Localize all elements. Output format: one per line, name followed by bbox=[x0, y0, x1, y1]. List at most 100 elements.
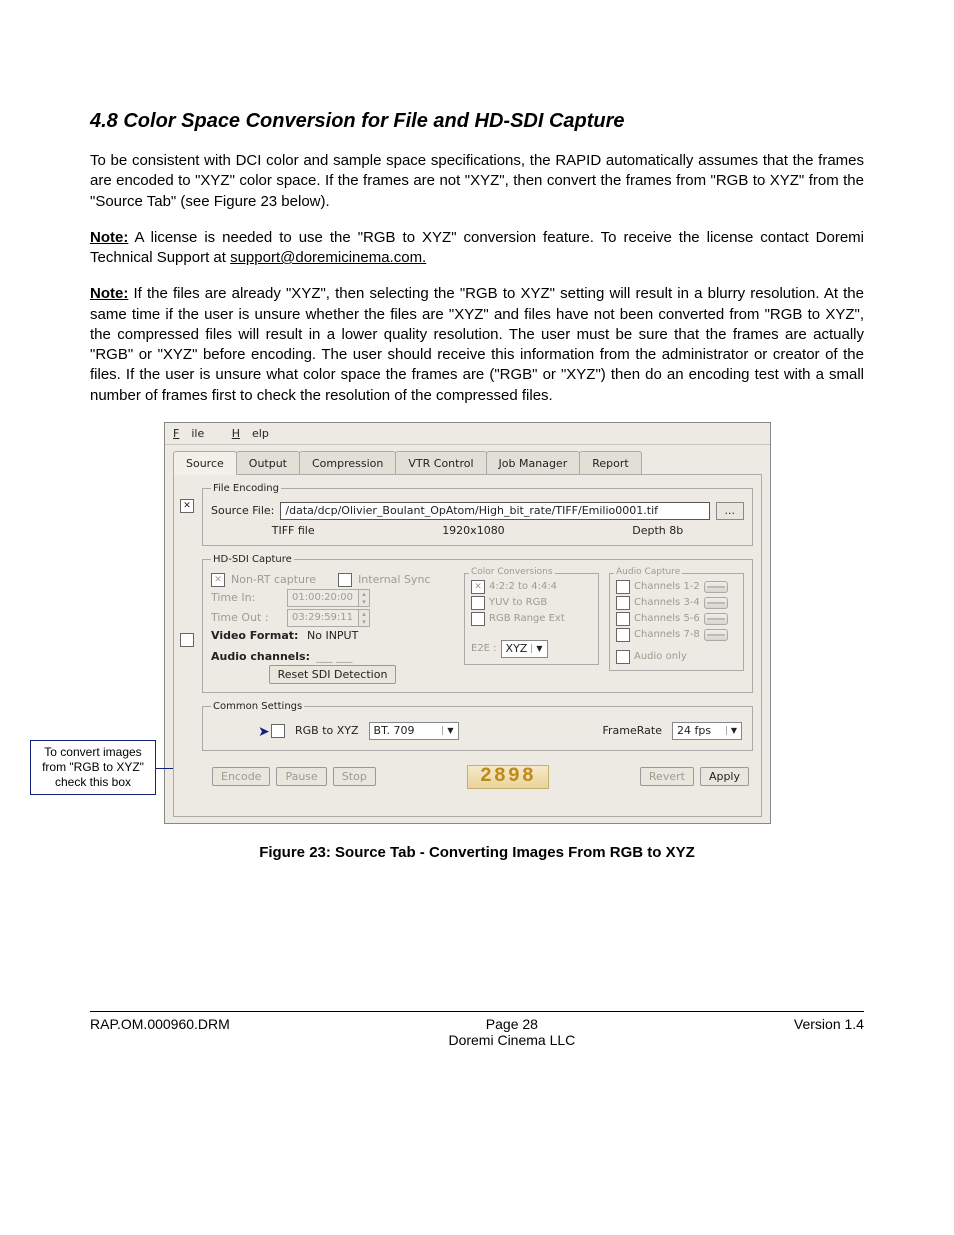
paragraph-intro: To be consistent with DCI color and samp… bbox=[90, 151, 864, 212]
group-color-conversions: Color Conversions 4:2:2 to 4:4:4 YUV to … bbox=[464, 573, 599, 665]
e2e-label: E2E : bbox=[471, 643, 497, 654]
ch12-slider[interactable] bbox=[704, 581, 728, 593]
up-arrow-icon[interactable]: ▴ bbox=[359, 610, 369, 618]
framerate-select[interactable]: 24 fps ▼ bbox=[672, 722, 742, 740]
video-format-value: No INPUT bbox=[307, 629, 358, 642]
page-footer: RAP.OM.000960.DRM Page 28 Doremi Cinema … bbox=[90, 1011, 864, 1048]
nonrt-checkbox[interactable] bbox=[211, 573, 225, 587]
pause-button[interactable]: Pause bbox=[276, 767, 326, 786]
audio-channels-label: Audio channels: bbox=[211, 650, 310, 663]
time-out-spinner[interactable]: 03:29:59:11 ▴▾ bbox=[287, 609, 370, 627]
footer-doc-id: RAP.OM.000960.DRM bbox=[90, 1016, 230, 1048]
ch34-label: Channels 3-4 bbox=[634, 597, 700, 608]
note-1-text: A license is needed to use the "RGB to X… bbox=[90, 229, 864, 266]
time-in-label: Time In: bbox=[211, 591, 281, 604]
ch78-label: Channels 7-8 bbox=[634, 629, 700, 640]
time-out-label: Time Out : bbox=[211, 611, 281, 624]
ch12-checkbox[interactable] bbox=[616, 580, 630, 594]
menubar: File Help bbox=[165, 423, 770, 445]
bt709-select[interactable]: BT. 709 ▼ bbox=[369, 722, 459, 740]
yuv-rgb-checkbox[interactable] bbox=[471, 596, 485, 610]
footer-version: Version 1.4 bbox=[794, 1016, 864, 1048]
caret-down-icon: ▼ bbox=[726, 726, 737, 735]
tab-compression[interactable]: Compression bbox=[299, 451, 396, 475]
nonrt-label: Non-RT capture bbox=[231, 573, 316, 586]
audio-channels-value: ___ ___ bbox=[316, 650, 353, 663]
audio-only-checkbox[interactable] bbox=[616, 650, 630, 664]
tab-bar: Source Output Compression VTR Control Jo… bbox=[165, 445, 770, 475]
file-encoding-checkbox[interactable] bbox=[180, 499, 194, 513]
caret-down-icon: ▼ bbox=[442, 726, 453, 735]
tab-source[interactable]: Source bbox=[173, 451, 237, 475]
support-email[interactable]: support@doremicinema.com. bbox=[230, 249, 426, 266]
tab-report[interactable]: Report bbox=[579, 451, 641, 475]
note-2-text: If the files are already "XYZ", then sel… bbox=[90, 285, 864, 403]
ch56-slider[interactable] bbox=[704, 613, 728, 625]
depth-value: Depth 8b bbox=[632, 524, 683, 537]
menu-help[interactable]: Help bbox=[232, 427, 269, 440]
note-label: Note: bbox=[90, 285, 128, 302]
tab-vtr-control[interactable]: VTR Control bbox=[395, 451, 486, 475]
tab-job-manager[interactable]: Job Manager bbox=[486, 451, 581, 475]
e2e-select[interactable]: XYZ ▼ bbox=[501, 640, 548, 658]
pointer-arrow-icon: ➤ bbox=[258, 724, 270, 740]
group-file-encoding: File Encoding Source File: /data/dcp/Oli… bbox=[202, 483, 753, 546]
ch34-slider[interactable] bbox=[704, 597, 728, 609]
footer-company: Doremi Cinema LLC bbox=[448, 1032, 575, 1048]
framerate-value: 24 fps bbox=[677, 724, 711, 737]
rgb-to-xyz-label: RGB to XYZ bbox=[295, 724, 359, 737]
time-in-spinner[interactable]: 01:00:20:00 ▴▾ bbox=[287, 589, 370, 607]
rgb-range-ext-label: RGB Range Ext bbox=[489, 613, 565, 624]
encode-button[interactable]: Encode bbox=[212, 767, 270, 786]
app-window: File Help Source Output Compression VTR … bbox=[164, 422, 771, 824]
ch34-checkbox[interactable] bbox=[616, 596, 630, 610]
audio-only-label: Audio only bbox=[634, 651, 687, 662]
down-arrow-icon[interactable]: ▾ bbox=[359, 598, 369, 606]
frame-counter-lcd: 2898 bbox=[467, 765, 549, 789]
browse-button[interactable]: ... bbox=[716, 502, 745, 520]
hdsdi-capture-checkbox[interactable] bbox=[180, 633, 194, 647]
menu-file[interactable]: File bbox=[173, 427, 216, 440]
resolution-value: 1920x1080 bbox=[442, 524, 505, 537]
ch56-label: Channels 5-6 bbox=[634, 613, 700, 624]
note-1: Note: A license is needed to use the "RG… bbox=[90, 228, 864, 269]
422-444-label: 4:2:2 to 4:4:4 bbox=[489, 581, 557, 592]
time-out-value: 03:29:59:11 bbox=[288, 610, 358, 626]
source-file-input[interactable]: /data/dcp/Olivier_Boulant_OpAtom/High_bi… bbox=[280, 502, 709, 520]
stop-button[interactable]: Stop bbox=[333, 767, 376, 786]
up-arrow-icon[interactable]: ▴ bbox=[359, 590, 369, 598]
group-hdsdi-capture: HD-SDI Capture Non-RT capture Internal S… bbox=[202, 554, 753, 693]
tab-output[interactable]: Output bbox=[236, 451, 300, 475]
e2e-value: XYZ bbox=[506, 642, 528, 655]
down-arrow-icon[interactable]: ▾ bbox=[359, 618, 369, 626]
source-file-label: Source File: bbox=[211, 504, 274, 517]
legend-hdsdi: HD-SDI Capture bbox=[211, 554, 294, 565]
note-label: Note: bbox=[90, 229, 128, 246]
tab-panel-source: File Encoding Source File: /data/dcp/Oli… bbox=[173, 474, 762, 817]
ch78-checkbox[interactable] bbox=[616, 628, 630, 642]
legend-common-settings: Common Settings bbox=[211, 701, 304, 712]
ch78-slider[interactable] bbox=[704, 629, 728, 641]
rgb-range-ext-checkbox[interactable] bbox=[471, 612, 485, 626]
bt709-value: BT. 709 bbox=[374, 724, 415, 737]
yuv-rgb-label: YUV to RGB bbox=[489, 597, 547, 608]
422-444-checkbox[interactable] bbox=[471, 580, 485, 594]
callout-box: To convert images from "RGB to XYZ" chec… bbox=[30, 740, 156, 795]
rgb-to-xyz-checkbox[interactable] bbox=[271, 724, 285, 738]
time-in-value: 01:00:20:00 bbox=[288, 590, 358, 606]
reset-sdi-button[interactable]: Reset SDI Detection bbox=[269, 665, 397, 684]
internal-sync-checkbox[interactable] bbox=[338, 573, 352, 587]
ch12-label: Channels 1-2 bbox=[634, 581, 700, 592]
group-common-settings: Common Settings ➤ RGB to XYZ BT. 709 ▼ F… bbox=[202, 701, 753, 751]
group-audio-capture: Audio Capture Channels 1-2 Channels 3-4 … bbox=[609, 573, 744, 671]
section-heading: 4.8 Color Space Conversion for File and … bbox=[90, 110, 864, 133]
legend-color-conversions: Color Conversions bbox=[469, 567, 555, 577]
figure-caption: Figure 23: Source Tab - Converting Image… bbox=[90, 844, 864, 861]
footer-page-number: 28 bbox=[522, 1016, 538, 1032]
footer-page-label: Page bbox=[486, 1016, 523, 1032]
apply-button[interactable]: Apply bbox=[700, 767, 749, 786]
internal-sync-label: Internal Sync bbox=[358, 573, 430, 586]
ch56-checkbox[interactable] bbox=[616, 612, 630, 626]
revert-button[interactable]: Revert bbox=[640, 767, 694, 786]
note-2: Note: If the files are already "XYZ", th… bbox=[90, 284, 864, 406]
